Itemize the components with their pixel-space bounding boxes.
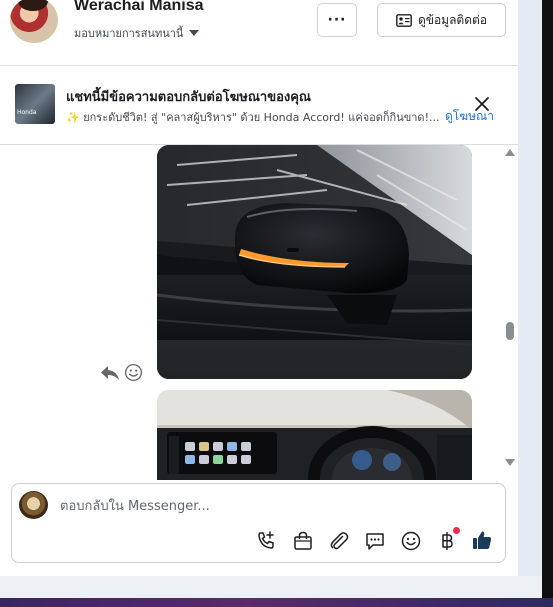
contact-name[interactable]: Werachai Manisa xyxy=(74,0,204,15)
saved-reply-icon[interactable] xyxy=(364,530,386,552)
panel-footer-gap xyxy=(0,576,542,598)
message-image-car-interior[interactable] xyxy=(157,390,472,480)
close-icon[interactable] xyxy=(472,94,492,114)
desktop-taskbar xyxy=(0,598,553,607)
avatar[interactable] xyxy=(10,0,58,43)
emoji-icon[interactable] xyxy=(400,530,422,552)
page-background xyxy=(518,0,542,598)
shopping-bag-icon[interactable] xyxy=(292,530,314,552)
reply-input[interactable] xyxy=(60,495,440,517)
smiley-react-icon[interactable] xyxy=(124,363,143,382)
car-mirror-photo xyxy=(157,145,472,379)
thumbs-up-icon[interactable] xyxy=(471,529,493,551)
scroll-down-icon[interactable] xyxy=(505,459,515,466)
assign-label: มอบหมายการสนทนานี้ xyxy=(74,27,184,40)
paperclip-icon[interactable] xyxy=(328,530,350,552)
ad-banner-title: แชทนี้มีข้อความตอบกลับต่อโฆษณาของคุณ xyxy=(66,90,311,105)
message-image-car-mirror[interactable] xyxy=(157,145,472,379)
scrollbar-thumb[interactable] xyxy=(506,322,514,340)
contact-card-icon xyxy=(396,13,412,27)
page-avatar xyxy=(19,491,48,519)
reply-icon[interactable] xyxy=(100,364,120,382)
ad-banner-text: ✨ ยกระดับชีวิต! สู่ "คลาสผู้บริหาร" ด้วย… xyxy=(66,111,440,124)
window-edge xyxy=(542,0,553,598)
view-contact-button[interactable]: ดูข้อมูลติดต่อ xyxy=(377,3,506,37)
ad-thumbnail[interactable]: Honda xyxy=(15,84,55,124)
more-options-button[interactable]: ··· xyxy=(317,3,357,37)
ellipsis-icon: ··· xyxy=(327,12,347,28)
notification-dot xyxy=(453,527,460,534)
chevron-down-icon xyxy=(189,30,200,36)
add-call-icon[interactable] xyxy=(255,530,277,552)
scroll-up-icon[interactable] xyxy=(505,149,515,156)
car-interior-photo xyxy=(157,390,472,480)
messenger-panel: Werachai Manisa มอบหมายการสนทนานี้ ··· ด… xyxy=(0,0,518,576)
assign-dropdown[interactable]: มอบหมายการสนทนานี้ xyxy=(74,24,200,42)
view-contact-label: ดูข้อมูลติดต่อ xyxy=(417,12,488,27)
conversation-header: Werachai Manisa มอบหมายการสนทนานี้ ··· ด… xyxy=(0,0,518,66)
